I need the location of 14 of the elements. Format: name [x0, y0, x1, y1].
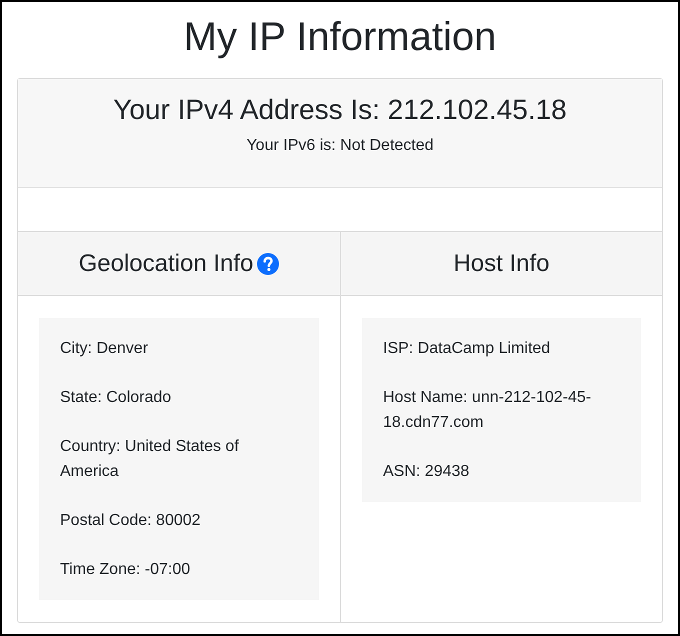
ipv6-address: Your IPv6 is: Not Detected	[245, 137, 435, 155]
help-icon[interactable]	[257, 252, 280, 274]
column-title: Host Info	[453, 250, 550, 278]
column-title: Geolocation Info	[78, 250, 254, 278]
info-line: Time Zone: -07:00	[60, 560, 192, 580]
info-line: ASN: 29438	[383, 462, 470, 482]
ipv4-address: Your IPv4 Address Is: 212.102.45.18	[112, 93, 568, 127]
info-line: Postal Code: 80002	[60, 511, 202, 531]
info-line: ISP: DataCamp Limited	[383, 339, 552, 359]
info-line: Host Name: unn-212-102-45-18.cdn77.com	[383, 388, 592, 433]
info-line: City: Denver	[60, 339, 150, 359]
page-title: My IP Information	[182, 14, 498, 61]
info-line: State: Colorado	[60, 388, 172, 408]
info-line: Country: United States of America	[60, 437, 240, 482]
